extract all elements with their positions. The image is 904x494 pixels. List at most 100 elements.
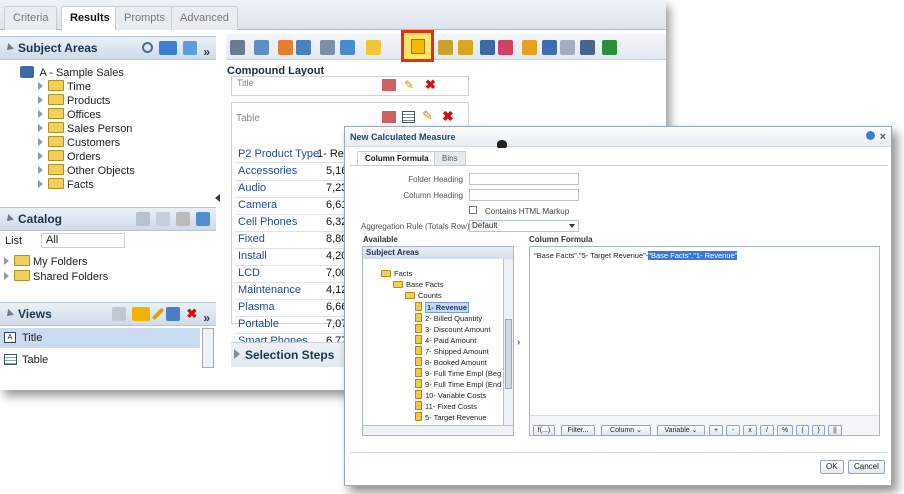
column-formula-editor[interactable]: "Base Facts"."5- Target Revenue"-"Base F… <box>529 246 880 436</box>
scrollbar-thumb[interactable] <box>505 319 512 389</box>
tree-item-facts[interactable]: Facts <box>381 269 412 279</box>
plus-button[interactable]: + <box>709 425 723 436</box>
delete-icon[interactable]: ✖ <box>442 108 454 125</box>
tree-root[interactable]: A - Sample Sales <box>20 66 124 80</box>
refresh-icon[interactable] <box>296 40 311 55</box>
add-to-layout-icon[interactable] <box>166 307 181 321</box>
insert-arrow-icon[interactable]: › <box>517 337 520 348</box>
tree-item-base-facts[interactable]: Base Facts <box>393 280 444 290</box>
tree-item-measure[interactable]: 9- Full Time Empl (End <box>415 379 501 389</box>
filter-button[interactable]: Filter... <box>561 425 595 436</box>
tree-item-facts[interactable]: Facts <box>38 178 94 192</box>
concat-button[interactable]: || <box>828 425 842 436</box>
view-item-table[interactable]: Table <box>0 350 200 370</box>
minus-button[interactable]: - <box>726 425 740 436</box>
copy-icon[interactable] <box>156 212 170 226</box>
catalog-header[interactable]: Catalog <box>0 207 216 231</box>
schedule-icon[interactable] <box>278 40 293 55</box>
expand-icon[interactable] <box>38 124 43 132</box>
tree-item-measure[interactable]: 11- Fixed Costs <box>415 401 477 411</box>
multiply-button[interactable]: x <box>743 425 757 436</box>
table-cell-product-type[interactable]: Install <box>238 248 267 265</box>
tree-item-measure[interactable]: 8- Booked Amount <box>415 357 487 367</box>
expand-icon[interactable] <box>38 166 43 174</box>
tree-item-other-objects[interactable]: Other Objects <box>38 164 135 178</box>
tree-scrollbar[interactable] <box>503 259 513 427</box>
expand-icon[interactable] <box>234 349 240 359</box>
tree-item-orders[interactable]: Orders <box>38 150 101 164</box>
tab-results[interactable]: Results <box>61 6 119 31</box>
tab-bins[interactable]: Bins <box>434 151 466 166</box>
selection-steps-header[interactable]: Selection Steps <box>231 342 351 367</box>
collapse-panel-icon[interactable] <box>215 194 220 202</box>
refresh-icon[interactable] <box>196 212 210 226</box>
tab-column-formula[interactable]: Column Formula <box>357 151 437 166</box>
folder-heading-input[interactable] <box>469 173 579 185</box>
subject-areas-header[interactable]: Subject Areas » <box>0 36 216 60</box>
close-icon[interactable]: × <box>880 127 886 147</box>
tree-item-products[interactable]: Products <box>38 94 110 108</box>
variable-button[interactable]: Variable ⌄ <box>657 425 705 436</box>
edit-icon[interactable] <box>152 307 165 321</box>
catalog-list-select[interactable]: All <box>41 233 125 248</box>
table-cell-product-type[interactable]: Maintenance <box>238 282 301 299</box>
edit-icon[interactable]: ✎ <box>404 78 414 92</box>
tree-item-offices[interactable]: Offices <box>38 108 101 122</box>
views-scrollbar[interactable] <box>202 328 214 368</box>
open-paren-button[interactable]: ( <box>796 425 809 436</box>
percent-button[interactable]: % <box>777 425 793 436</box>
refresh-icon[interactable] <box>183 41 198 55</box>
divide-button[interactable]: / <box>760 425 774 436</box>
sort-icon[interactable] <box>602 40 617 55</box>
add-subject-area-icon[interactable] <box>159 41 178 55</box>
tree-item-revenue[interactable]: 1- Revenue <box>415 302 470 313</box>
ok-button[interactable]: OK <box>820 460 844 474</box>
collapse-icon[interactable] <box>4 43 14 53</box>
expand-icon[interactable] <box>38 180 43 188</box>
new-view-icon[interactable] <box>112 307 127 321</box>
column-properties-icon[interactable] <box>542 40 557 55</box>
tree-item-measure[interactable]: 5- Target Revenue <box>415 412 487 422</box>
html-markup-checkbox[interactable] <box>469 206 477 214</box>
export-icon[interactable] <box>254 40 269 55</box>
new-group-icon[interactable] <box>366 40 381 55</box>
new-group-icon-2[interactable] <box>458 40 473 55</box>
table-cell-product-type[interactable]: Plasma <box>238 299 275 316</box>
tab-advanced[interactable]: Advanced <box>171 6 238 30</box>
table-header-product-type[interactable]: P2 Product Type <box>238 146 319 163</box>
table-cell-product-type[interactable]: Portable <box>238 316 279 333</box>
table-cell-product-type[interactable]: Cell Phones <box>238 214 297 231</box>
expand-icon[interactable] <box>38 82 43 90</box>
tree-item-measure[interactable]: 2- Billed Quantity <box>415 313 482 323</box>
table-cell-product-type[interactable]: LCD <box>238 265 260 282</box>
expand-icon[interactable] <box>38 110 43 118</box>
tree-item-customers[interactable]: Customers <box>38 136 120 150</box>
more-icon[interactable]: » <box>203 307 210 329</box>
expand-icon[interactable] <box>4 257 9 265</box>
tree-item-measure[interactable]: 9- Full Time Empl (Beg <box>415 368 501 378</box>
cancel-button[interactable]: Cancel <box>848 460 885 474</box>
table-header-revenue[interactable]: 1- Re <box>317 146 344 163</box>
tab-criteria[interactable]: Criteria <box>4 6 58 30</box>
tree-hscrollbar[interactable] <box>363 425 513 435</box>
delete-results-icon[interactable] <box>498 40 513 55</box>
new-calculated-measure-button[interactable] <box>401 30 434 62</box>
more-icon[interactable]: » <box>203 41 210 63</box>
remove-icon[interactable] <box>560 40 575 55</box>
delete-icon[interactable]: ✖ <box>186 307 197 329</box>
tree-item-my-folders[interactable]: My Folders <box>4 255 87 269</box>
format-icon[interactable] <box>382 111 396 123</box>
expand-icon[interactable] <box>38 96 43 104</box>
search-icon[interactable] <box>142 42 154 53</box>
tree-item-sales-person[interactable]: Sales Person <box>38 122 132 136</box>
collapse-icon[interactable] <box>4 309 14 319</box>
print-icon[interactable] <box>230 40 245 55</box>
find-icon[interactable] <box>136 212 150 226</box>
column-button[interactable]: Column ⌄ <box>601 425 651 436</box>
column-heading-input[interactable] <box>469 189 579 201</box>
edit-icon[interactable] <box>176 212 190 226</box>
tree-item-counts[interactable]: Counts <box>405 291 442 301</box>
close-paren-button[interactable]: ) <box>812 425 825 436</box>
add-view-icon[interactable] <box>132 307 151 321</box>
function-button[interactable]: f(...) <box>533 425 555 436</box>
